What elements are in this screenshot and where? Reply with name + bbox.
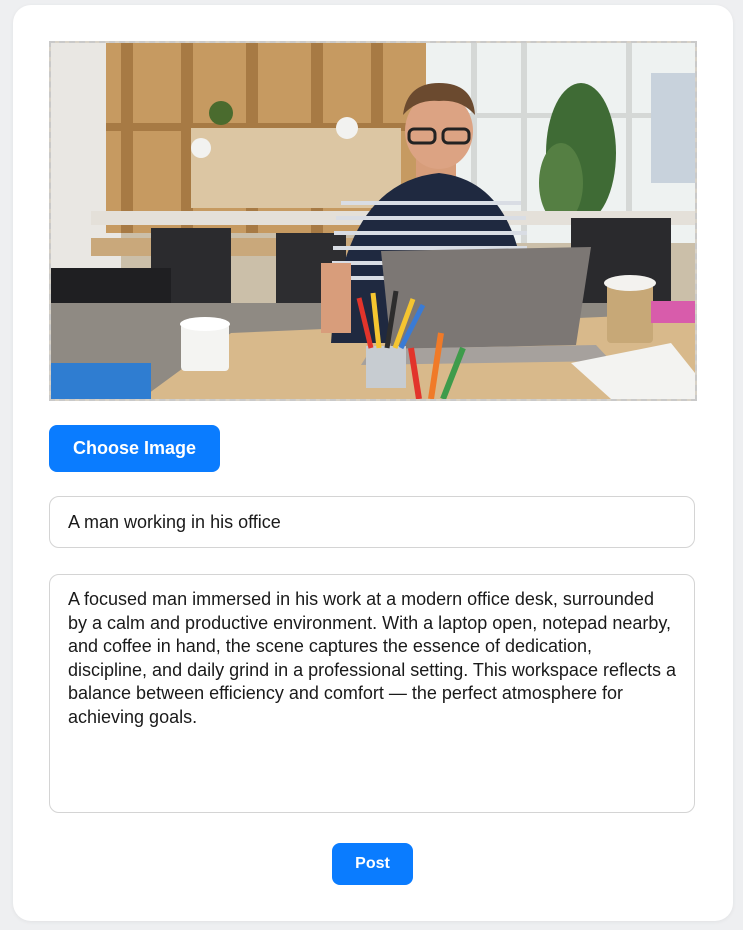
description-textarea[interactable]: A focused man immersed in his work at a … (49, 574, 695, 813)
post-editor-card: Choose Image A focused man immersed in h… (13, 5, 733, 921)
choose-image-button[interactable]: Choose Image (49, 425, 220, 472)
office-photo (51, 43, 695, 399)
title-input[interactable] (49, 496, 695, 548)
image-preview[interactable] (49, 41, 697, 401)
post-button[interactable]: Post (332, 843, 413, 885)
